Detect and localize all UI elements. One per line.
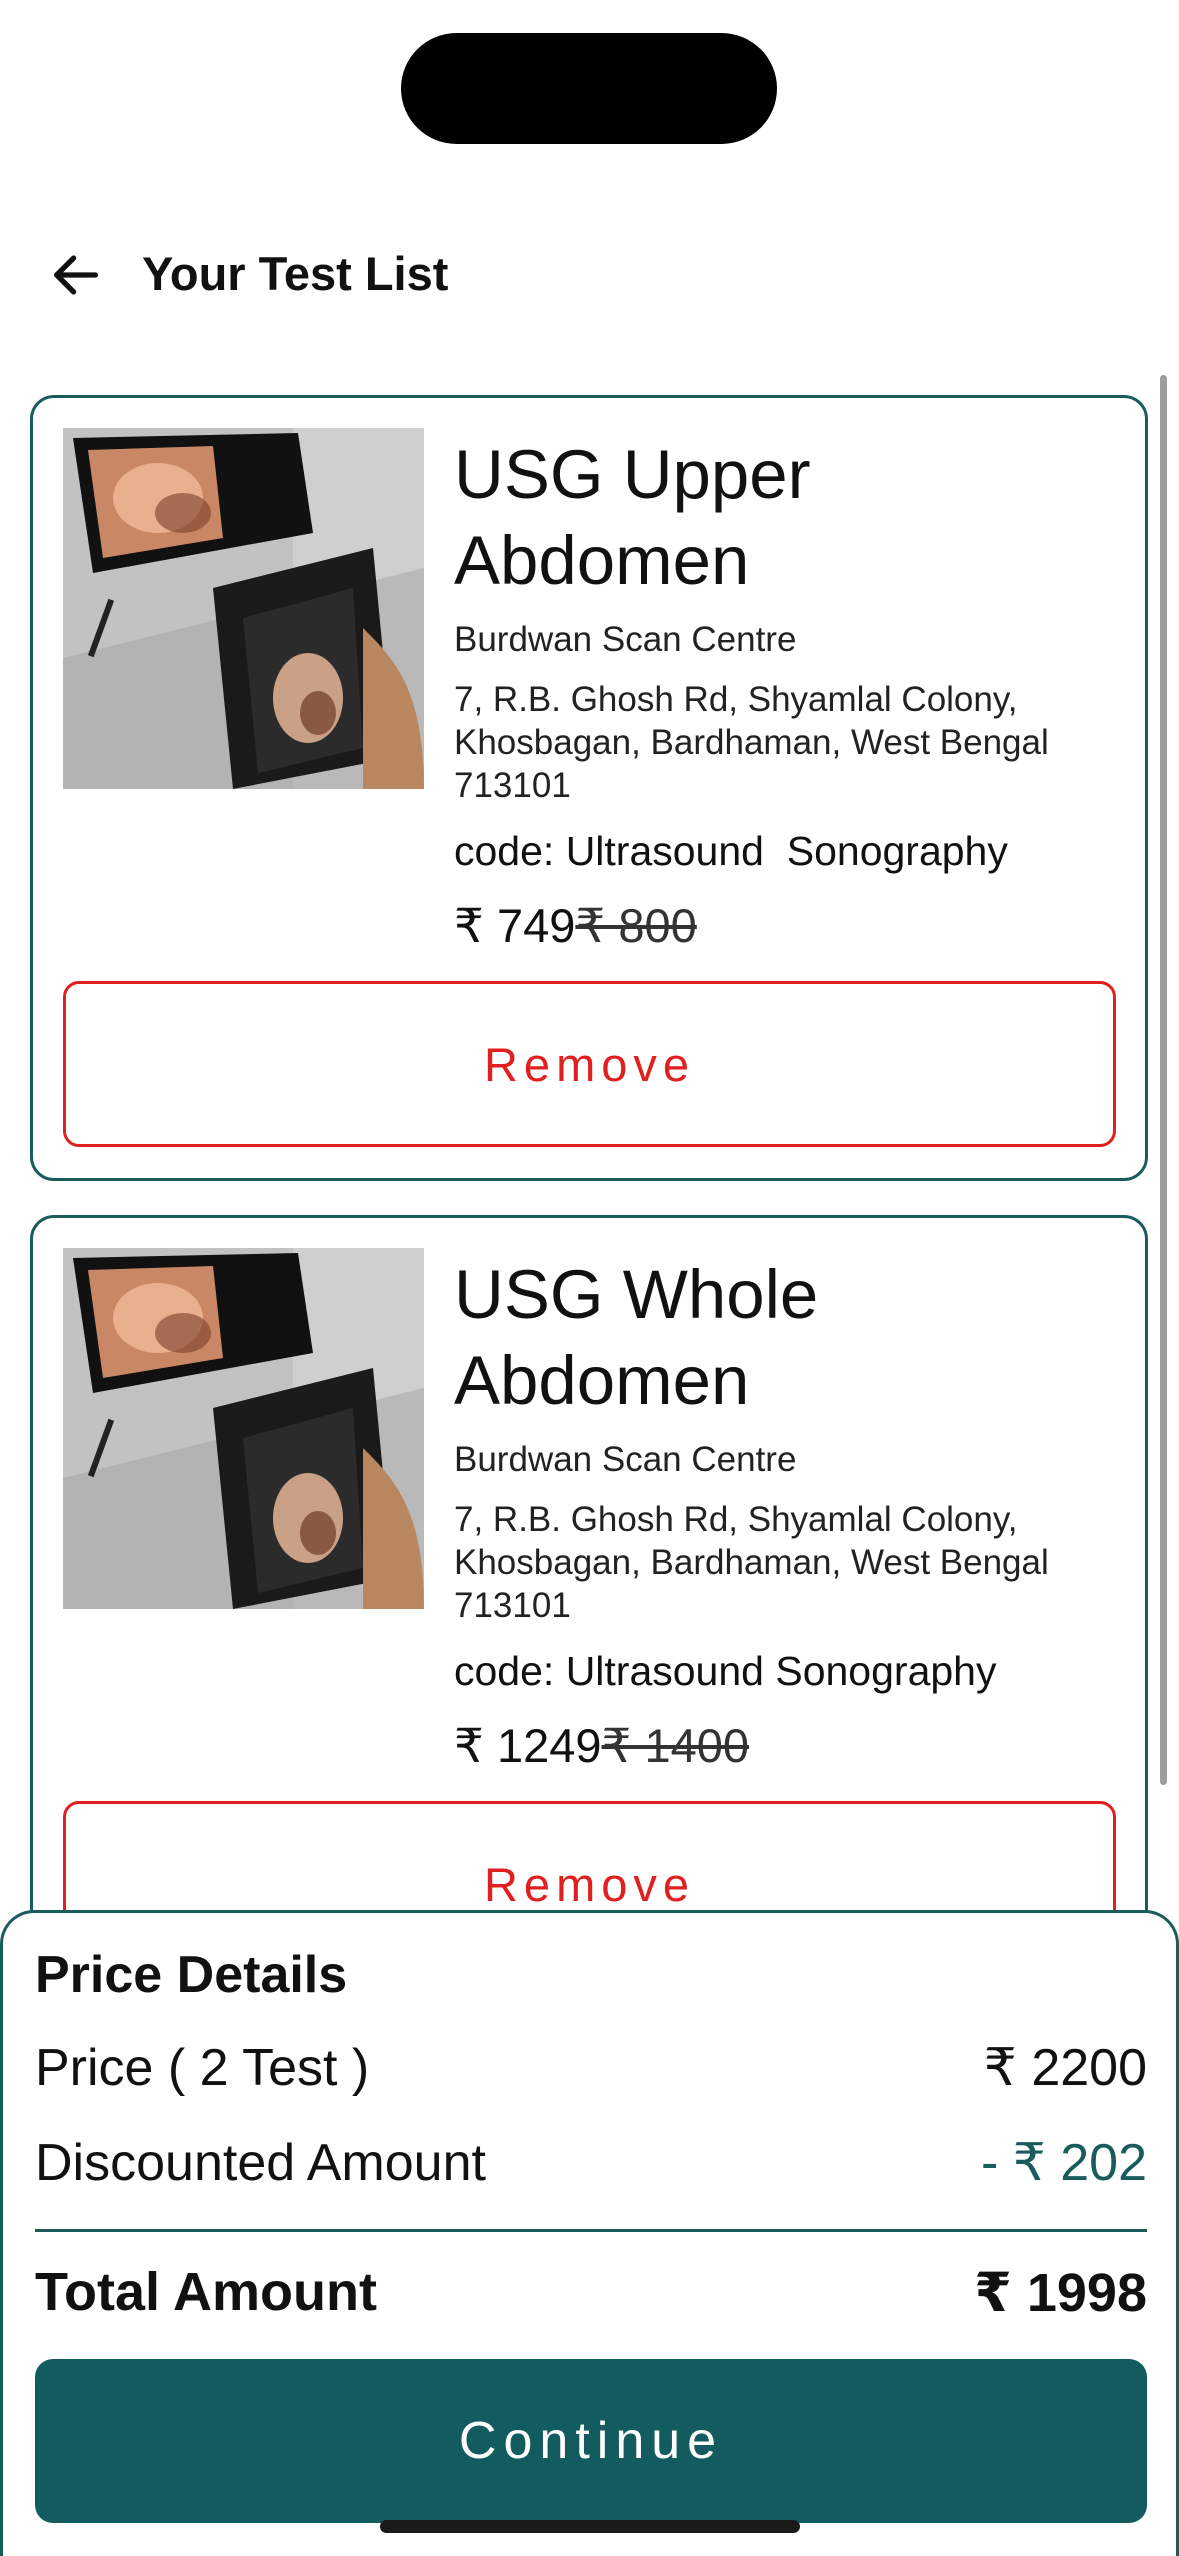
test-code: code: Ultrasound Sonography xyxy=(454,1648,997,1694)
test-name: USG Upper Abdomen xyxy=(454,436,811,599)
page-title: Your Test List xyxy=(142,247,449,300)
app-screen: Your Test List USG Upper Abdomen Burdwan… xyxy=(0,0,1179,2556)
continue-button[interactable]: Continue xyxy=(35,2359,1147,2523)
discount-value: - ₹ 202 xyxy=(980,2134,1147,2192)
price-value: ₹ 2200 xyxy=(983,2039,1147,2097)
test-name: USG Whole Abdomen xyxy=(454,1256,819,1419)
test-code: code: Ultrasound Sonography xyxy=(454,828,1008,874)
discount-label: Discounted Amount xyxy=(35,2134,486,2192)
centre-address: 7, R.B. Ghosh Rd, Shyamlal Colony, Khosb… xyxy=(454,680,1049,805)
remove-button[interactable]: Remove xyxy=(63,981,1116,1147)
centre-name: Burdwan Scan Centre xyxy=(454,1440,797,1479)
divider xyxy=(35,2229,1147,2232)
arrow-left-icon xyxy=(54,255,98,295)
scrollbar[interactable] xyxy=(1160,375,1167,1785)
centre-name: Burdwan Scan Centre xyxy=(454,620,797,659)
test-list[interactable]: USG Upper Abdomen Burdwan Scan Centre 7,… xyxy=(0,395,1179,1915)
price-label: Price ( 2 Test ) xyxy=(35,2039,370,2097)
price-details-heading: Price Details xyxy=(35,1946,348,2004)
ultrasound-photo xyxy=(63,428,424,789)
price-details-sheet: Price Details Price ( 2 Test ) ₹ 2200 Di… xyxy=(0,1910,1179,2556)
dynamic-island xyxy=(401,33,777,144)
test-card: USG Upper Abdomen Burdwan Scan Centre 7,… xyxy=(30,395,1148,1181)
current-price: ₹ 749 xyxy=(454,899,576,952)
current-price: ₹ 1249 xyxy=(454,1719,602,1772)
price-group: ₹ 1249₹ 1400 xyxy=(454,1718,749,1774)
original-price: ₹ 800 xyxy=(575,899,697,952)
header: Your Test List xyxy=(0,220,1179,330)
price-row: Price ( 2 Test ) ₹ 2200 xyxy=(35,2038,1147,2098)
total-label: Total Amount xyxy=(35,2262,377,2322)
home-indicator xyxy=(380,2520,800,2533)
ultrasound-photo xyxy=(63,1248,424,1609)
test-card: USG Whole Abdomen Burdwan Scan Centre 7,… xyxy=(30,1215,1148,1915)
total-row: Total Amount ₹ 1998 xyxy=(35,2261,1147,2324)
original-price: ₹ 1400 xyxy=(601,1719,750,1772)
total-value: ₹ 1998 xyxy=(974,2263,1147,2323)
back-button[interactable] xyxy=(36,235,116,315)
remove-button[interactable]: Remove xyxy=(63,1801,1116,1915)
centre-address: 7, R.B. Ghosh Rd, Shyamlal Colony, Khosb… xyxy=(454,1500,1049,1625)
discount-row: Discounted Amount - ₹ 202 xyxy=(35,2133,1147,2193)
price-group: ₹ 749₹ 800 xyxy=(454,898,697,954)
